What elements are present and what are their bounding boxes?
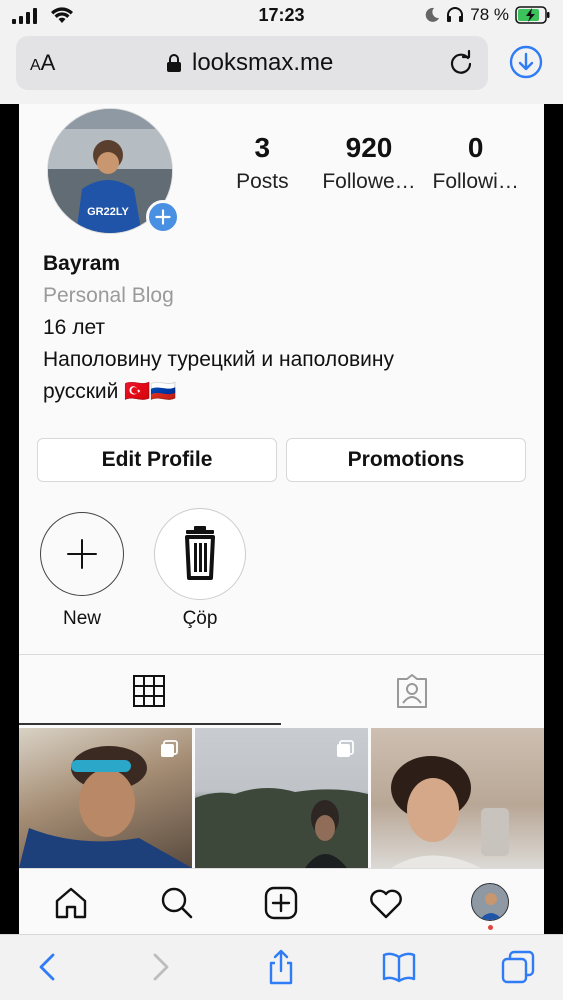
highlight-cop[interactable]: Çöp [153, 508, 247, 630]
profile-bio: Bayram Personal Blog 16 лет Наполовину т… [43, 248, 523, 408]
profile-page: GR22LY 3 Posts 920 Followe… 0 Followi… B… [19, 104, 544, 934]
highlight-label: Çöp [182, 608, 218, 629]
stat-label: Posts [236, 170, 289, 193]
home-icon[interactable] [51, 883, 91, 923]
avatar-thumbnail [472, 884, 508, 920]
back-icon[interactable] [30, 949, 66, 985]
svg-text:GR22LY: GR22LY [87, 206, 129, 218]
post-thumbnail[interactable] [19, 728, 192, 868]
post-thumbnail[interactable] [195, 728, 368, 868]
posts-grid [19, 728, 544, 868]
text-size-button[interactable]: AA [30, 50, 55, 76]
stat-following[interactable]: 0 Followi… [422, 132, 529, 194]
stat-label: Followe… [322, 170, 416, 193]
address-bar[interactable]: AA looksmax.me [16, 36, 488, 90]
tab-tagged[interactable] [281, 655, 544, 725]
profile-category: Personal Blog [43, 284, 174, 307]
headphones-icon [447, 7, 464, 22]
new-post-icon[interactable] [261, 883, 301, 923]
profile-name: Bayram [43, 252, 121, 275]
share-icon[interactable] [263, 949, 299, 985]
safari-toolbar [0, 934, 563, 1000]
do-not-disturb-moon-icon [425, 7, 440, 22]
stat-value: 0 [467, 132, 484, 163]
status-bar: 17:23 78 % [0, 0, 563, 34]
edit-profile-button[interactable]: Edit Profile [37, 438, 277, 482]
bio-line: Наполовину турецкий и наполовину [43, 348, 394, 371]
forward-icon[interactable] [142, 949, 178, 985]
stat-posts[interactable]: 3 Posts [209, 132, 316, 194]
highlight-new[interactable]: New [35, 512, 129, 630]
multiple-photos-icon [337, 740, 354, 757]
highlight-label: New [62, 608, 101, 629]
profile-tab-avatar[interactable] [471, 883, 509, 921]
profile-stats: 3 Posts 920 Followe… 0 Followi… [209, 132, 529, 194]
plus-icon [66, 538, 97, 569]
bookmarks-icon[interactable] [381, 949, 417, 985]
search-icon[interactable] [157, 883, 197, 923]
reload-icon[interactable] [448, 50, 474, 76]
notification-dot [488, 925, 493, 930]
tagged-person-icon [397, 674, 427, 708]
tabs-icon[interactable] [500, 949, 536, 985]
stat-value: 920 [345, 132, 393, 163]
instagram-tab-bar [19, 868, 544, 934]
post-photo [391, 756, 509, 868]
url-text[interactable]: looksmax.me [192, 49, 333, 77]
lock-icon [167, 54, 181, 72]
stat-followers[interactable]: 920 Followe… [316, 132, 423, 194]
stat-label: Followi… [432, 170, 519, 193]
tab-posts-grid[interactable] [19, 655, 281, 725]
promotions-button[interactable]: Promotions [286, 438, 526, 482]
heart-icon[interactable] [366, 883, 406, 923]
add-story-icon[interactable] [146, 200, 180, 234]
web-viewport: GR22LY 3 Posts 920 Followe… 0 Followi… B… [0, 104, 563, 934]
battery-charging-icon [515, 6, 550, 24]
grid-icon [133, 675, 165, 707]
trash-icon [185, 526, 215, 580]
stat-value: 3 [254, 132, 271, 163]
bio-line: русский 🇹🇷🇷🇺 [43, 380, 177, 403]
battery-percent: 78 % [470, 5, 509, 24]
multiple-photos-icon [161, 740, 178, 757]
bio-line: 16 лет [43, 316, 106, 339]
post-thumbnail[interactable] [371, 728, 544, 868]
download-icon[interactable] [508, 44, 544, 80]
